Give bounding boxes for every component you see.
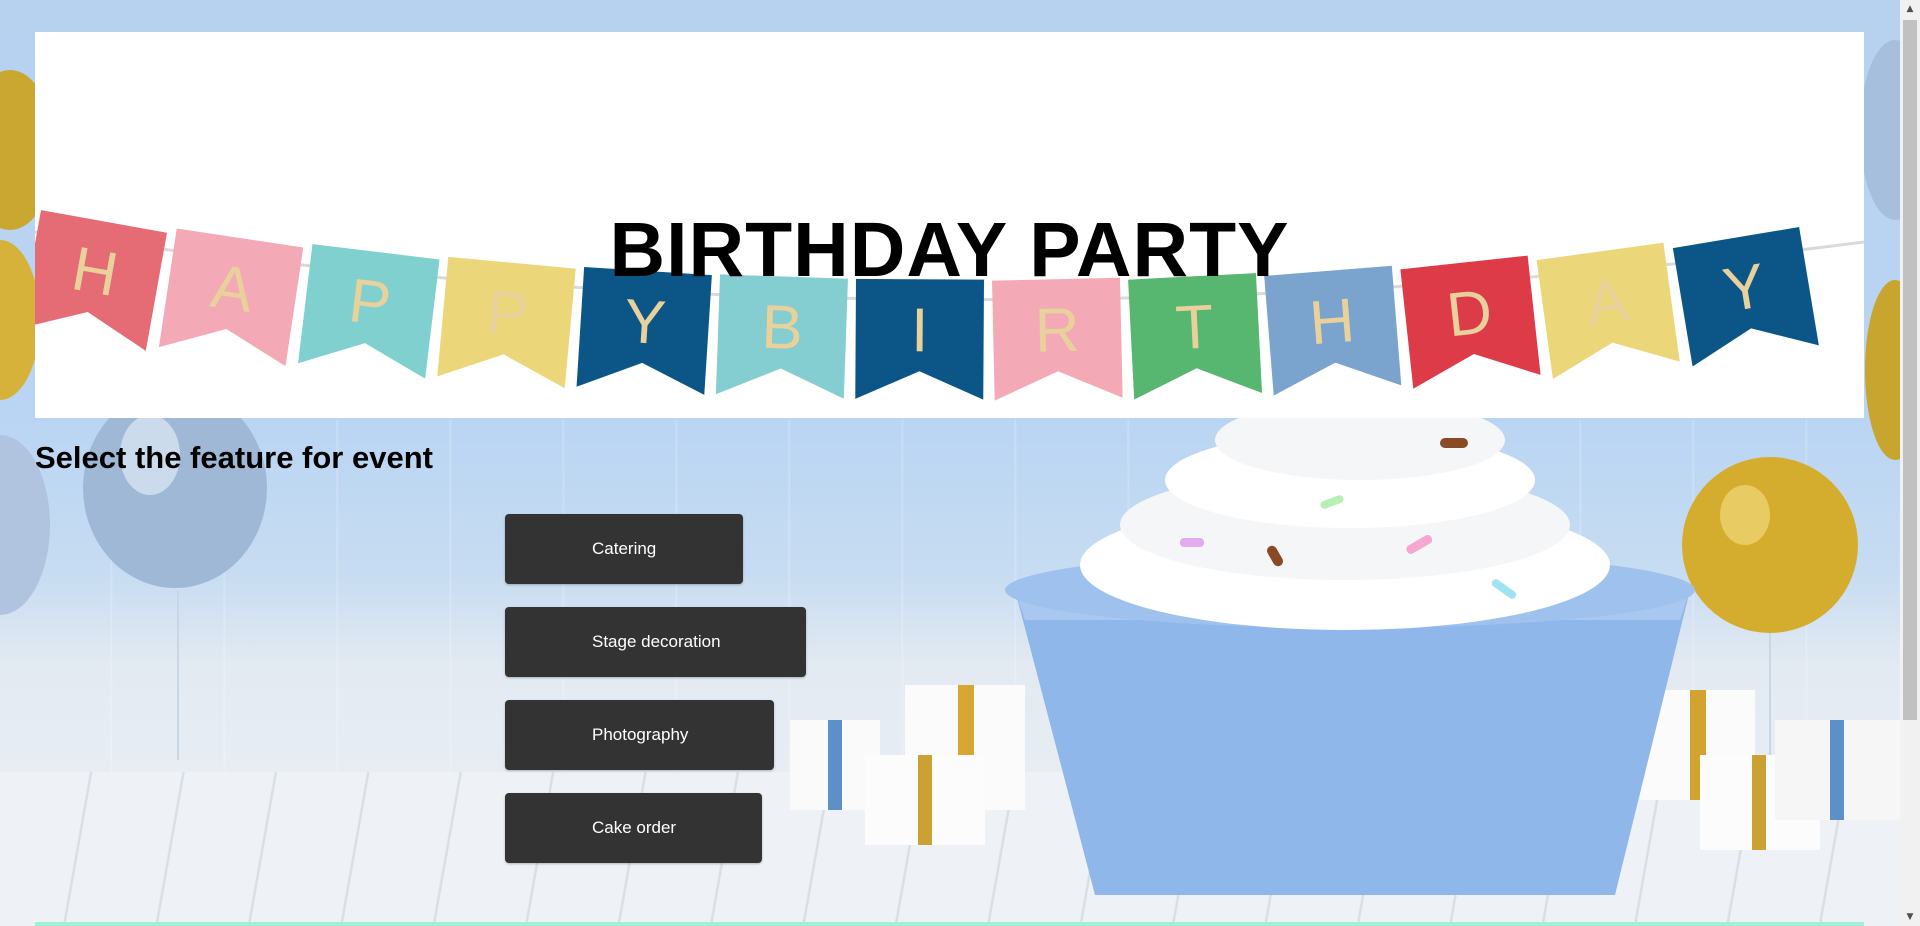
- section-heading: Select the feature for event: [35, 440, 433, 475]
- cupcake-illustration: [1005, 400, 1695, 895]
- vertical-scrollbar[interactable]: ▲ ▼: [1900, 0, 1920, 926]
- photography-button[interactable]: Photography: [505, 700, 774, 770]
- scroll-thumb[interactable]: [1903, 20, 1917, 720]
- scroll-up-arrow-icon[interactable]: ▲: [1900, 0, 1920, 18]
- pennant-letter: I: [911, 296, 929, 365]
- pennant-letter: B: [760, 293, 804, 363]
- footer-accent-strip: [35, 922, 1864, 926]
- cake-order-button[interactable]: Cake order: [505, 793, 762, 863]
- pennant-letter: R: [1034, 296, 1080, 366]
- catering-button[interactable]: Catering: [505, 514, 743, 584]
- stage-decoration-button[interactable]: Stage decoration: [505, 607, 806, 677]
- pennant-flag: I: [855, 278, 984, 400]
- pennant-letter: H: [1307, 286, 1357, 358]
- pennant-letter: T: [1174, 292, 1215, 363]
- header-banner: HAPPYBIRTHDAY BIRTHDAY PARTY: [35, 32, 1864, 418]
- pennant-letter: Y: [622, 287, 668, 358]
- scroll-down-arrow-icon[interactable]: ▼: [1900, 908, 1920, 926]
- page-title: BIRTHDAY PARTY: [609, 207, 1290, 293]
- pennant-flag: R: [992, 277, 1123, 401]
